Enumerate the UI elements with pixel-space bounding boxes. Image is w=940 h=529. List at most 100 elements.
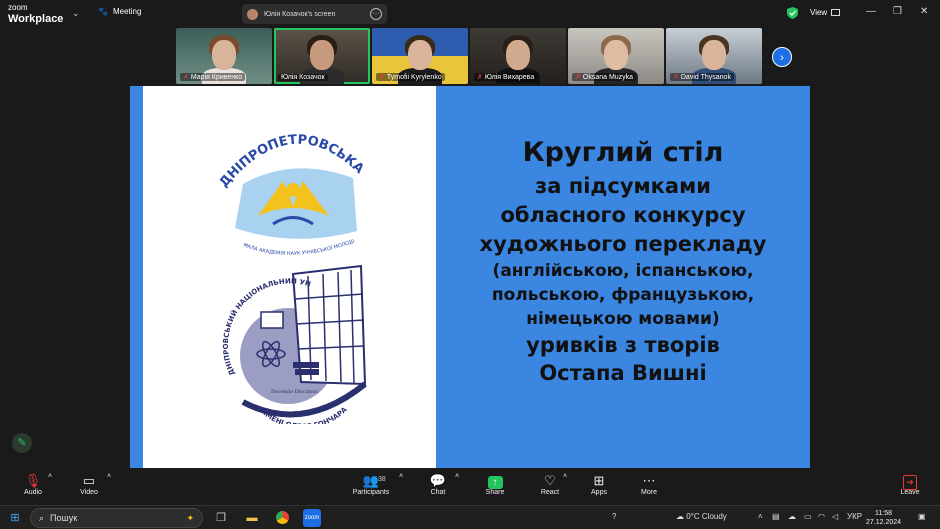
audio-options-chevron-icon[interactable]: ˄	[48, 473, 52, 480]
slide-line: Остапа Вишні	[539, 361, 707, 385]
grid-icon	[831, 9, 841, 16]
heart-icon: ♡	[544, 473, 556, 488]
video-options-chevron-icon[interactable]: ˄	[107, 473, 111, 480]
more-options-icon[interactable]: ···	[370, 8, 382, 20]
slide-line: художнього перекладу	[479, 232, 767, 256]
leave-door-icon: ➔	[903, 475, 917, 490]
participant-tile[interactable]: ✗ Oksana Muzyka	[568, 28, 664, 84]
participants-label: Participants	[352, 489, 390, 496]
show-hidden-icons[interactable]: ˄	[758, 512, 763, 521]
zoom-logo: zoom Workplace	[8, 3, 64, 25]
restore-icon[interactable]: ❐	[893, 6, 902, 17]
chat-button[interactable]: 💬 Chat	[426, 473, 450, 496]
search-icon: ⌕	[39, 512, 45, 523]
minimize-icon[interactable]: —	[866, 6, 876, 17]
windows-start-icon[interactable]: ⊞	[6, 509, 24, 527]
mic-muted-icon: ✗	[183, 74, 189, 81]
weather-widget[interactable]: ☁ 0°C Cloudy	[676, 512, 727, 521]
taskbar-search[interactable]: ⌕ Пошук ✦	[30, 508, 203, 528]
top-bar: zoom Workplace ⌄ 🐾 Meeting Юлія Козачок'…	[0, 0, 940, 28]
slide-line: уривків з творів	[526, 333, 720, 357]
brand-bottom: Workplace	[8, 13, 64, 25]
wifi-icon[interactable]: ◠	[818, 512, 825, 521]
mic-muted-icon: ✗	[575, 74, 581, 81]
shield-icon[interactable]	[787, 7, 798, 19]
mic-muted-icon: ✗	[477, 74, 483, 81]
help-icon[interactable]: ?	[612, 512, 616, 521]
speaker-icon[interactable]: ◁	[832, 512, 838, 521]
apps-button[interactable]: ⊞ Apps	[587, 473, 611, 496]
slide-line: (англійською, іспанською,	[492, 261, 754, 281]
chat-icon: 💬	[429, 473, 447, 488]
shared-screen: ДНІПРОПЕТРОВСЬКА МАЛА АКАДЕМІЯ НАУК УЧНІ…	[130, 86, 810, 468]
slide-line: польською, французькою,	[491, 285, 755, 305]
react-label: React	[540, 489, 560, 496]
react-button[interactable]: ♡ React	[537, 473, 563, 496]
participant-tile[interactable]: ✗ Марія Кривенко	[176, 28, 272, 84]
paw-icon: 🐾	[98, 7, 108, 16]
participants-button[interactable]: 👥 38 Participants	[348, 473, 394, 496]
zoom-app-icon[interactable]: zoom	[303, 509, 321, 527]
slide-logo-panel: ДНІПРОПЕТРОВСЬКА МАЛА АКАДЕМІЯ НАУК УЧНІ…	[143, 86, 436, 468]
notifications-icon[interactable]: ▣	[918, 512, 926, 521]
participant-filmstrip: ✗ Марія Кривенко Юлія Козачок ✗ Tymofii Ky…	[176, 28, 762, 84]
share-button[interactable]: ↑ Share	[482, 473, 508, 496]
more-dots-icon: ⋯	[642, 473, 656, 488]
search-placeholder: Пошук	[50, 513, 78, 523]
slide-line: німецькою мовами)	[526, 309, 720, 329]
share-screen-icon: ↑	[487, 476, 503, 489]
annotate-pencil-icon[interactable]: ✎	[12, 433, 32, 453]
react-options-chevron-icon[interactable]: ˄	[563, 473, 567, 480]
slide-title-block: Круглий стіл за підсумками обласного кон…	[436, 134, 810, 387]
slide-line: за підсумками	[535, 174, 711, 198]
more-button[interactable]: ⋯ More	[637, 473, 661, 496]
more-label: More	[641, 489, 657, 496]
participant-name: Oksana Muzyka	[582, 73, 634, 81]
meeting-toolbar: 🎙 Audio ˄ ▭ Video ˄ 👥 38 Participants ˄ …	[0, 469, 940, 503]
chat-options-chevron-icon[interactable]: ˄	[455, 473, 459, 480]
apps-label: Apps	[591, 489, 607, 496]
cloud-icon: ☁	[676, 512, 684, 521]
leave-button[interactable]: ➔ Leave	[897, 473, 923, 496]
meeting-menu[interactable]: 🐾 Meeting	[98, 7, 141, 16]
chevron-down-icon[interactable]: ⌄	[72, 8, 80, 19]
view-label: View	[810, 8, 828, 17]
logo2-motto: Docendo Discimus	[271, 389, 318, 395]
chrome-icon[interactable]	[273, 509, 291, 527]
filmstrip-next-button[interactable]: ›	[772, 47, 792, 67]
mic-muted-icon: ✗	[673, 74, 679, 81]
mic-muted-icon: ✗	[379, 74, 385, 81]
participant-name: Юлія Вихарева	[484, 73, 535, 81]
leave-label: Leave	[900, 489, 920, 496]
meeting-label: Meeting	[112, 7, 142, 16]
audio-button[interactable]: 🎙 Audio	[20, 473, 46, 496]
dnu-logo: ДНІПРОВСЬКИЙ НАЦІОНАЛЬНИЙ УНІВЕРСИТЕТ ІМ…	[143, 264, 367, 424]
battery-icon[interactable]: ▭	[804, 512, 812, 521]
camera-icon: ▭	[82, 473, 96, 488]
participants-options-chevron-icon[interactable]: ˄	[399, 473, 403, 480]
screen-share-indicator[interactable]: Юлія Козачок's screen ···	[242, 4, 387, 24]
participant-name: Марія Кривенко	[190, 73, 243, 81]
clock-date: 27.12.2024	[866, 519, 902, 526]
close-icon[interactable]: ✕	[920, 6, 928, 17]
screen-share-label: Юлія Козачок's screen	[264, 10, 336, 18]
file-explorer-icon[interactable]: ▬	[243, 509, 261, 527]
weather-text: 0°C Cloudy	[686, 512, 727, 521]
search-highlight-icon: ✦	[186, 512, 194, 523]
task-view-icon[interactable]: ❐	[212, 509, 230, 527]
input-language[interactable]: УКР	[847, 512, 862, 521]
slide-line: Круглий стіл	[522, 137, 724, 168]
taskbar-clock[interactable]: 11:58 27.12.2024	[866, 509, 901, 527]
tray-app-icon[interactable]: ▤	[772, 512, 780, 521]
chat-label: Chat	[430, 489, 446, 496]
onedrive-icon[interactable]: ☁	[788, 512, 796, 521]
slide-line: обласного конкурсу	[500, 203, 746, 227]
apps-icon: ⊞	[593, 473, 605, 488]
view-button[interactable]: View	[810, 8, 841, 17]
windows-taskbar: ⊞ ⌕ Пошук ✦ ❐ ▬ zoom ? ☁ 0°C Cloudy ˄ ▤ …	[0, 505, 940, 529]
participant-tile[interactable]: ✗ Tymofii Kyrylenko	[372, 28, 468, 84]
participant-tile[interactable]: Юлія Козачок	[274, 28, 370, 84]
video-button[interactable]: ▭ Video	[76, 473, 102, 496]
participant-tile[interactable]: ✗ Юлія Вихарева	[470, 28, 566, 84]
participant-tile[interactable]: ✗ David Thysanok	[666, 28, 762, 84]
